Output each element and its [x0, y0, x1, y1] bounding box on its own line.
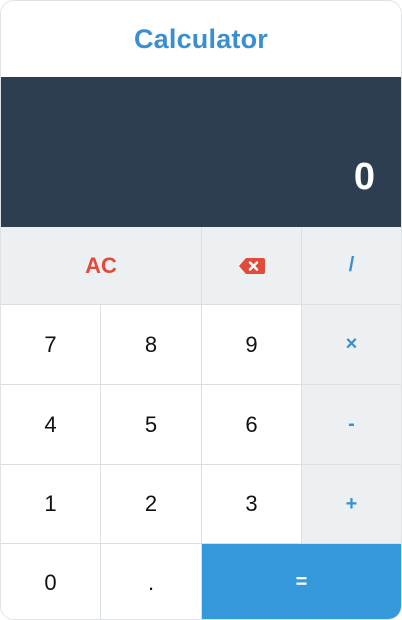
display-value: 0 [353, 156, 375, 198]
calculator-window: Calculator 0 AC / 7 8 9 × 4 5 6 - 1 2 3 … [0, 0, 402, 620]
digit-2-button[interactable]: 2 [101, 465, 202, 544]
subtract-button[interactable]: - [302, 385, 401, 465]
digit-7-button[interactable]: 7 [1, 305, 101, 385]
digit-1-button[interactable]: 1 [1, 465, 101, 544]
app-title: Calculator [133, 23, 269, 54]
keypad: AC / 7 8 9 × 4 5 6 - 1 2 3 + 0 . = [1, 227, 401, 619]
clear-button[interactable]: AC [1, 227, 202, 305]
title-bar: Calculator [1, 1, 401, 77]
multiply-button[interactable]: × [302, 305, 401, 385]
digit-5-button[interactable]: 5 [101, 385, 202, 465]
add-button[interactable]: + [302, 465, 401, 544]
backspace-button[interactable] [202, 227, 302, 305]
divide-button[interactable]: / [302, 227, 401, 305]
backspace-icon [238, 257, 265, 274]
digit-3-button[interactable]: 3 [202, 465, 302, 544]
digit-4-button[interactable]: 4 [1, 385, 101, 465]
digit-0-button[interactable]: 0 [1, 544, 101, 619]
digit-9-button[interactable]: 9 [202, 305, 302, 385]
display: 0 [1, 77, 401, 227]
digit-6-button[interactable]: 6 [202, 385, 302, 465]
decimal-button[interactable]: . [101, 544, 202, 619]
equals-button[interactable]: = [202, 544, 401, 619]
digit-8-button[interactable]: 8 [101, 305, 202, 385]
